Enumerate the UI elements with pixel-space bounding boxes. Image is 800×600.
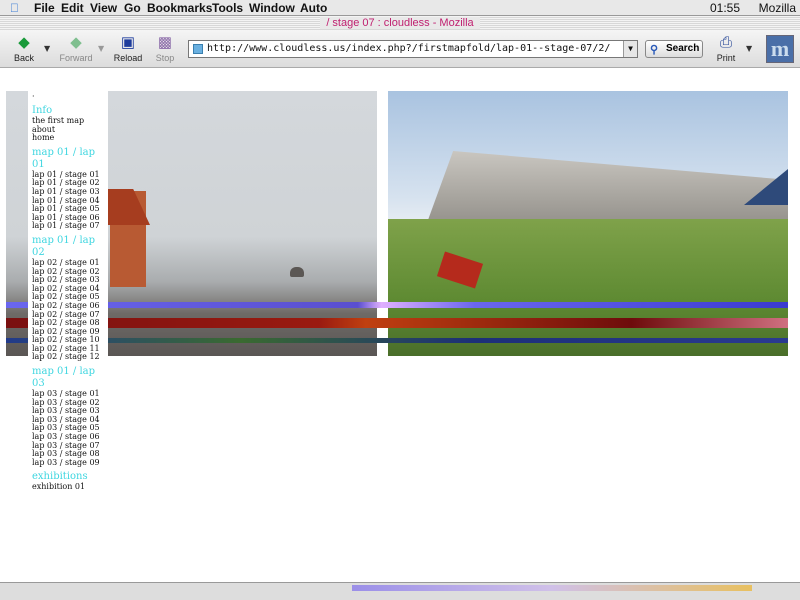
stop-button[interactable]: ▩ Stop	[145, 34, 185, 63]
window-title-bar[interactable]: / stage 07 : cloudless - Mozilla	[0, 16, 800, 30]
reload-button[interactable]: ▣ Reload	[108, 34, 148, 63]
menu-go[interactable]: Go	[124, 1, 141, 15]
print-button[interactable]: ⎙ Print	[706, 34, 746, 63]
photo-rock	[290, 267, 304, 277]
render-glitch-band	[6, 318, 788, 328]
print-label: Print	[716, 53, 736, 63]
back-dropdown-icon[interactable]: ▼	[44, 44, 50, 53]
horizontal-scrollbar[interactable]	[0, 582, 800, 600]
throbber-letter: m	[770, 36, 790, 61]
sidebar-link[interactable]: exhibition 01	[32, 483, 104, 492]
apple-menu-icon[interactable]: 	[10, 1, 19, 15]
photo-grass	[388, 219, 788, 356]
mozilla-throbber-icon[interactable]: m	[766, 35, 794, 63]
back-arrow-icon: ◆	[18, 34, 30, 51]
page-proxy-icon[interactable]	[193, 44, 203, 54]
sidebar-link[interactable]: lap 03 / stage 09	[32, 458, 104, 468]
url-history-dropdown-icon[interactable]: ▼	[623, 41, 637, 57]
sidebar-top-mark: ·	[32, 92, 35, 101]
site-navigation-sidebar: · Info the first map about home map 01 / lap …	[28, 91, 108, 596]
sidebar-heading[interactable]: map 01 / lap 01	[32, 147, 104, 171]
sidebar-heading[interactable]: map 01 / lap 03	[32, 366, 104, 390]
forward-arrow-icon: ◆	[70, 34, 82, 51]
sidebar-link[interactable]: lap 02 / stage 12	[32, 353, 104, 362]
menubar-app-name[interactable]: Mozilla	[759, 1, 796, 15]
search-icon: ⚲	[650, 44, 659, 56]
print-dropdown-icon[interactable]: ▼	[746, 44, 752, 53]
window-title: / stage 07 : cloudless - Mozilla	[320, 17, 480, 29]
menu-edit[interactable]: Edit	[61, 1, 84, 15]
search-button[interactable]: ⚲ Search	[645, 40, 703, 58]
reload-label: Reload	[113, 53, 143, 63]
back-button[interactable]: ◆ Back	[4, 34, 44, 63]
stop-label: Stop	[155, 53, 175, 63]
render-glitch-band	[6, 302, 788, 308]
forward-label: Forward	[59, 53, 93, 63]
url-text: http://www.cloudless.us/index.php?/first…	[207, 43, 611, 54]
printer-icon: ⎙	[719, 34, 732, 51]
menu-view[interactable]: View	[90, 1, 117, 15]
sidebar-link[interactable]: home	[32, 134, 104, 143]
back-label: Back	[13, 53, 34, 63]
menu-auto[interactable]: Auto	[300, 1, 327, 15]
sidebar-heading[interactable]: map 01 / lap 02	[32, 235, 104, 259]
sidebar-link[interactable]: lap 01 / stage 07	[32, 222, 104, 231]
scrollbar-thumb[interactable]	[352, 585, 752, 591]
forward-button[interactable]: ◆ Forward	[56, 34, 96, 63]
menubar-clock: 01:55	[709, 1, 740, 15]
reload-icon: ▣	[120, 34, 136, 51]
menu-window[interactable]: Window	[249, 1, 295, 15]
photo-concrete-wall	[388, 91, 788, 356]
menu-tools[interactable]: Tools	[212, 1, 243, 15]
render-glitch-band	[6, 338, 788, 343]
menu-bar:  File Edit View Go Bookmarks Tools Wind…	[0, 0, 800, 16]
url-field[interactable]: http://www.cloudless.us/index.php?/first…	[188, 40, 638, 58]
stop-icon: ▩	[157, 34, 173, 51]
search-label: Search	[666, 43, 700, 54]
menu-file[interactable]: File	[34, 1, 55, 15]
forward-dropdown-icon[interactable]: ▼	[98, 44, 104, 53]
menu-bookmarks[interactable]: Bookmarks	[147, 1, 212, 15]
